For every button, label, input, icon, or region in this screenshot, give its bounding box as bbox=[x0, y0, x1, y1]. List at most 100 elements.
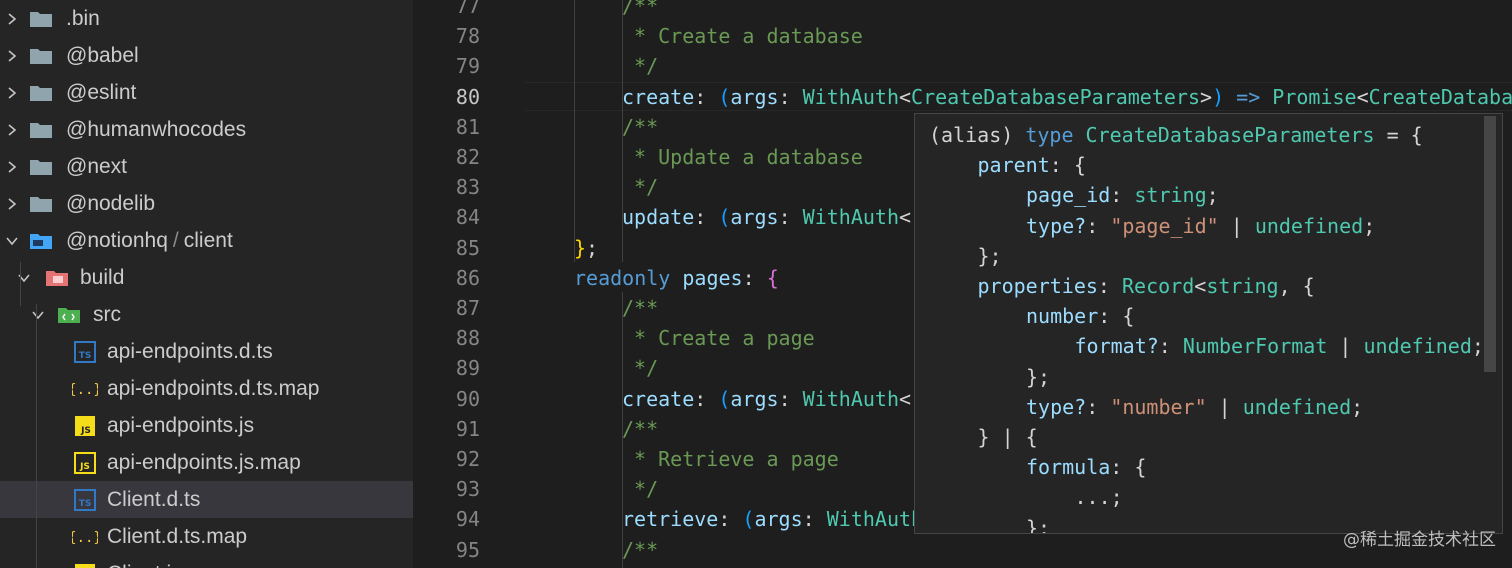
tree-item-name-suffix: client bbox=[183, 228, 233, 252]
code-token: : bbox=[694, 386, 719, 411]
code-token: ; bbox=[586, 235, 599, 260]
code-line[interactable]: */ bbox=[622, 51, 658, 81]
code-token: /** bbox=[622, 0, 659, 18]
hover-line: type?: "number" | undefined; bbox=[1026, 392, 1363, 422]
tree-item-label: api-endpoints.js bbox=[107, 414, 254, 438]
line-number: 94 bbox=[455, 507, 480, 532]
code-line[interactable]: * Update a database bbox=[622, 142, 863, 172]
chevron-right-icon[interactable] bbox=[2, 9, 22, 29]
svg-text:{..}: {..} bbox=[72, 382, 98, 398]
code-line[interactable]: /** bbox=[622, 414, 658, 444]
code-line[interactable]: /** bbox=[622, 293, 658, 323]
tree-item[interactable]: @notionhq / client bbox=[0, 222, 413, 259]
code-token: pages bbox=[682, 265, 743, 290]
folder-icon bbox=[28, 156, 54, 178]
chevron-down-icon[interactable] bbox=[28, 305, 48, 325]
code-line[interactable]: readonly pages: { bbox=[574, 263, 779, 293]
code-token: args bbox=[730, 84, 779, 109]
code-token: args bbox=[730, 386, 779, 411]
hover-token: }; bbox=[1026, 515, 1051, 534]
hover-token: ; bbox=[1471, 334, 1484, 359]
tree-item-name: api-endpoints.d.ts bbox=[107, 339, 273, 363]
code-line[interactable]: */ bbox=[622, 474, 658, 504]
code-line[interactable]: * Create a database bbox=[622, 21, 863, 51]
code-line[interactable]: */ bbox=[622, 353, 658, 383]
tree-item-name: src bbox=[93, 302, 121, 326]
hover-token: : { bbox=[1110, 455, 1147, 480]
tree-item[interactable]: JS api-endpoints.js bbox=[0, 407, 413, 444]
svg-text:{..}: {..} bbox=[72, 530, 98, 546]
line-number: 92 bbox=[455, 447, 480, 471]
tree-item[interactable]: @nodelib bbox=[0, 185, 413, 222]
tree-item[interactable]: @babel bbox=[0, 37, 413, 74]
line-number: 88 bbox=[455, 326, 480, 351]
hover-token: | bbox=[1218, 213, 1255, 238]
tree-item-name: @notionhq bbox=[66, 228, 168, 252]
code-line[interactable]: create: (args: WithAuth<CreateDatabasePa… bbox=[622, 82, 1512, 112]
hover-line: page_id: string; bbox=[1026, 180, 1219, 210]
chevron-right-icon[interactable] bbox=[2, 194, 22, 214]
tree-item[interactable]: src bbox=[0, 296, 413, 333]
code-line[interactable]: /** bbox=[622, 535, 658, 565]
code-line[interactable]: create: (args: WithAuth< bbox=[622, 384, 911, 414]
chevron-right-icon[interactable] bbox=[2, 120, 22, 140]
svg-text:TS: TS bbox=[79, 499, 92, 509]
line-number: 91 bbox=[455, 416, 480, 441]
tree-item[interactable]: @humanwhocodes bbox=[0, 111, 413, 148]
hover-line: (alias) type CreateDatabaseParameters = … bbox=[929, 120, 1423, 150]
code-token: args bbox=[730, 205, 779, 230]
code-line[interactable]: retrieve: (args: WithAuth bbox=[622, 504, 923, 534]
hover-token: "number" bbox=[1110, 394, 1207, 419]
tree-item[interactable]: build bbox=[0, 259, 413, 296]
hover-line: properties: Record<string, { bbox=[978, 271, 1315, 301]
tree-item-label: api-endpoints.d.ts.map bbox=[107, 377, 319, 401]
folder-open-icon bbox=[28, 230, 54, 252]
tree-item[interactable]: TS Client.d.ts bbox=[0, 481, 413, 518]
code-token: : bbox=[778, 205, 803, 230]
tree-item-name: @babel bbox=[66, 43, 139, 67]
hover-scrollbar[interactable] bbox=[1484, 116, 1496, 372]
hover-line: format?: NumberFormat | undefined; bbox=[1075, 331, 1484, 361]
chevron-down-icon[interactable] bbox=[2, 231, 22, 251]
chevron-down-icon[interactable] bbox=[14, 268, 34, 288]
tree-item[interactable]: {..} api-endpoints.d.ts.map bbox=[0, 370, 413, 407]
hover-token: : bbox=[1110, 183, 1135, 208]
tree-item[interactable]: TS api-endpoints.d.ts bbox=[0, 333, 413, 370]
code-token: * Create a database bbox=[622, 24, 863, 49]
tree-item-label: build bbox=[80, 266, 124, 290]
code-line[interactable]: /** bbox=[622, 0, 658, 21]
code-line[interactable]: update: (args: WithAuth< bbox=[622, 202, 911, 232]
tree-item-label: api-endpoints.d.ts bbox=[107, 340, 273, 364]
tree-item[interactable]: JS Client.js bbox=[0, 555, 413, 568]
code-token: < bbox=[898, 205, 912, 230]
hover-token: parent bbox=[977, 153, 1050, 178]
hover-line: type?: "page_id" | undefined; bbox=[1026, 211, 1375, 241]
code-line[interactable]: * Create a page bbox=[622, 323, 815, 353]
tree-item-name: @humanwhocodes bbox=[66, 117, 247, 141]
code-line[interactable]: */ bbox=[622, 172, 658, 202]
chevron-right-icon[interactable] bbox=[2, 83, 22, 103]
code-token: args bbox=[754, 507, 803, 532]
hover-token: type? bbox=[1026, 394, 1087, 419]
code-token: * Update a database bbox=[622, 145, 863, 169]
tree-item[interactable]: .bin bbox=[0, 0, 413, 37]
tree-item[interactable]: @eslint bbox=[0, 74, 413, 111]
tree-item-label: Client.js bbox=[107, 562, 182, 568]
code-token: < bbox=[898, 386, 912, 411]
tree-item[interactable]: JS api-endpoints.js.map bbox=[0, 444, 413, 481]
chevron-right-icon[interactable] bbox=[2, 157, 22, 177]
tree-item-label: Client.d.ts bbox=[107, 488, 200, 512]
tree-item-name: Client.d.ts.map bbox=[107, 524, 248, 548]
tree-item-name: @next bbox=[66, 154, 128, 178]
hover-line: } | { bbox=[978, 422, 1038, 452]
code-line[interactable]: }; bbox=[574, 233, 598, 263]
code-token: : bbox=[694, 205, 719, 230]
line-number: 95 bbox=[455, 537, 480, 562]
tree-item[interactable]: {..} Client.d.ts.map bbox=[0, 518, 413, 555]
line-number: 86 bbox=[455, 265, 480, 290]
hover-token: type? bbox=[1026, 213, 1087, 238]
code-line[interactable]: /** bbox=[622, 112, 658, 142]
chevron-right-icon[interactable] bbox=[2, 46, 22, 66]
tree-item[interactable]: @next bbox=[0, 148, 413, 185]
code-line[interactable]: * Retrieve a page bbox=[622, 444, 839, 474]
